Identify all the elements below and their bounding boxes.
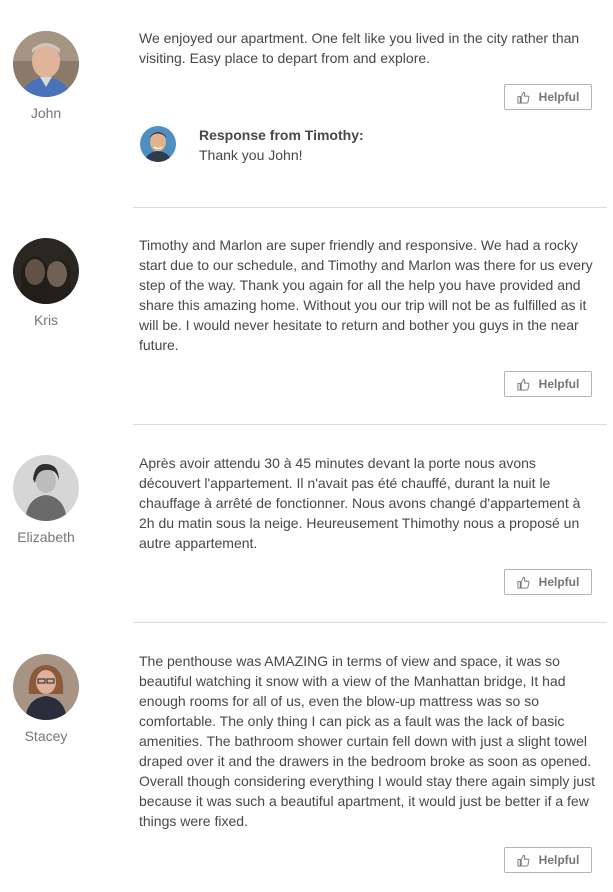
divider — [133, 424, 607, 425]
review-text: The penthouse was AMAZING in terms of vi… — [139, 653, 596, 829]
review-text: Timothy and Marlon are super friendly an… — [139, 237, 593, 353]
divider — [133, 207, 607, 208]
thumbs-up-icon — [517, 91, 530, 104]
helpful-label: Helpful — [538, 377, 580, 391]
reviewer-name: Stacey — [24, 728, 68, 744]
thumbs-up-icon — [517, 576, 530, 589]
avatar[interactable] — [13, 455, 79, 521]
reviewer-name: John — [30, 105, 62, 121]
helpful-label: Helpful — [538, 90, 580, 104]
helpful-button[interactable]: Helpful — [504, 371, 592, 397]
avatar[interactable] — [13, 31, 79, 97]
host-response: Response from Timothy: Thank you John! — [140, 126, 590, 166]
avatar[interactable] — [13, 238, 79, 304]
review-text: We enjoyed our apartment. One felt like … — [139, 30, 580, 66]
divider — [133, 622, 607, 623]
host-avatar[interactable] — [140, 126, 176, 162]
avatar[interactable] — [13, 654, 79, 720]
thumbs-up-icon — [517, 378, 530, 391]
helpful-label: Helpful — [538, 575, 580, 589]
reviewer-column: Elizabeth — [0, 455, 92, 545]
response-title: Response from Timothy: — [199, 127, 364, 143]
reviewer-column: Kris — [0, 238, 92, 328]
thumbs-up-icon — [517, 854, 530, 867]
helpful-label: Helpful — [538, 853, 580, 867]
helpful-button[interactable]: Helpful — [504, 569, 592, 595]
helpful-button[interactable]: Helpful — [504, 847, 592, 873]
reviewer-column: John — [0, 31, 92, 121]
reviewer-column: Stacey — [0, 654, 92, 744]
response-body: Thank you John! — [199, 147, 303, 163]
reviewer-name: Kris — [33, 312, 59, 328]
helpful-button[interactable]: Helpful — [504, 84, 592, 110]
review-text: Après avoir attendu 30 à 45 minutes deva… — [139, 455, 581, 551]
reviewer-name: Elizabeth — [17, 529, 75, 545]
